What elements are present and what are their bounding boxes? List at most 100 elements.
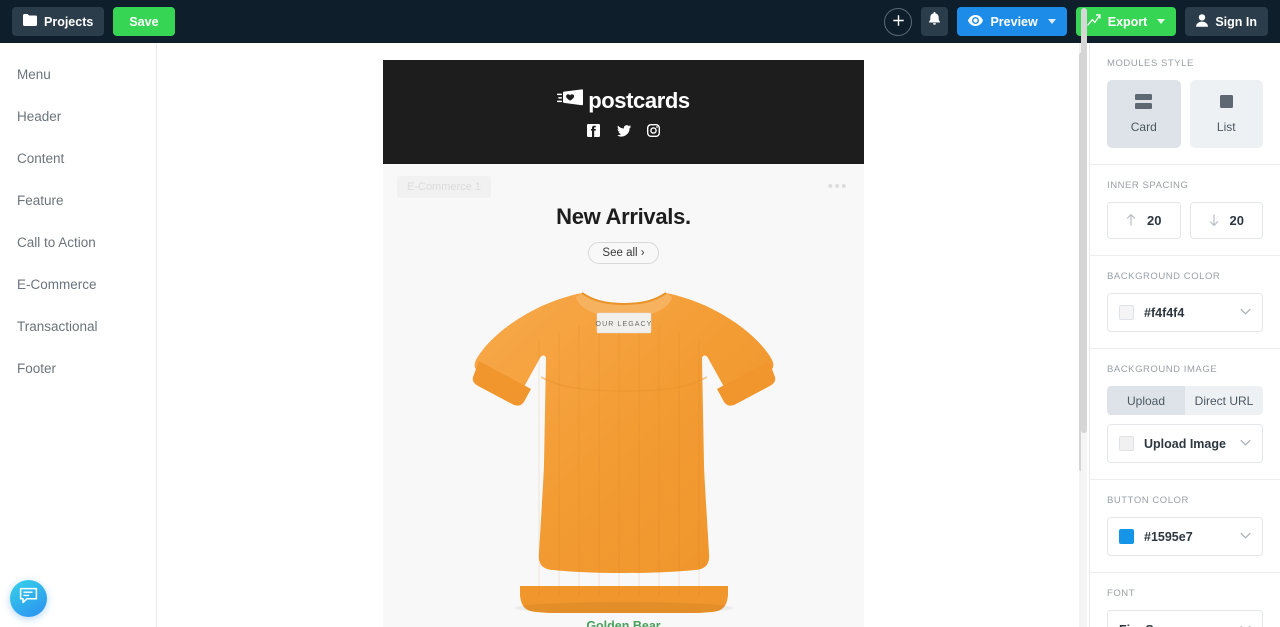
instagram-icon[interactable] [646, 123, 661, 137]
modules-style-list-label: List [1216, 120, 1236, 134]
sidebar-item-label: Transactional [17, 318, 98, 334]
twitter-icon[interactable] [617, 124, 631, 137]
add-button[interactable] [884, 7, 913, 36]
sidebar-item-label: Call to Action [17, 234, 96, 250]
arrow-up-icon [1126, 213, 1136, 228]
sidebar-item-call-to-action[interactable]: Call to Action [0, 221, 156, 263]
modules-style-card-label: Card [1130, 120, 1157, 134]
background-image-source-tabs: Upload Direct URL [1107, 386, 1263, 415]
product-name: Golden Bear [586, 619, 661, 627]
inner-spacing-bottom-stepper[interactable]: 20 [1189, 202, 1263, 239]
top-toolbar: Projects Save Preview Export Sign In [0, 0, 1280, 43]
email-canvas: postcards E-Commerce 1 ••• New Arrivals.… [157, 43, 1089, 627]
inner-spacing-bottom-value: 20 [1229, 213, 1244, 228]
social-links [587, 123, 661, 137]
plus-icon [892, 13, 905, 30]
module-options-icon[interactable]: ••• [828, 179, 848, 194]
font-section: Font Fira Sans [1090, 573, 1280, 627]
eye-icon [968, 14, 984, 29]
brand-logo: postcards [557, 88, 690, 114]
save-button[interactable]: Save [113, 7, 175, 36]
inner-spacing-section: Inner Spacing 20 20 [1090, 165, 1280, 256]
folder-icon [23, 14, 37, 29]
sidebar-item-label: Content [17, 150, 65, 166]
font-select[interactable]: Fira Sans [1107, 610, 1263, 627]
chat-support-button[interactable] [10, 580, 47, 617]
sidebar-item-label: Header [17, 108, 62, 124]
right-panel-scrollbar-thumb[interactable] [1081, 8, 1087, 433]
chevron-down-icon[interactable] [1240, 438, 1251, 449]
modules-style-list-option[interactable]: List [1189, 80, 1263, 148]
background-color-value: #f4f4f4 [1144, 305, 1185, 320]
chevron-down-icon[interactable] [1240, 531, 1251, 542]
background-image-direct-url-tab[interactable]: Direct URL [1185, 386, 1263, 415]
sweater-illustration: OUR LEGACY [472, 292, 775, 615]
sidebar-item-feature[interactable]: Feature [0, 179, 156, 221]
background-color-picker[interactable]: #f4f4f4 [1107, 293, 1263, 332]
properties-panel: Modules Style Card List Inner Spacing [1089, 43, 1280, 627]
background-image-value: Upload Image [1144, 436, 1226, 451]
modules-style-section: Modules Style Card List [1090, 43, 1280, 165]
see-all-button[interactable]: See all › [588, 242, 659, 264]
projects-label: Projects [44, 14, 94, 29]
button-color-swatch[interactable] [1119, 529, 1134, 544]
sign-in-button[interactable]: Sign In [1185, 7, 1268, 36]
background-image-picker[interactable]: Upload Image [1107, 424, 1263, 463]
user-icon [1196, 13, 1209, 30]
font-value: Fira Sans [1119, 623, 1230, 627]
sidebar-item-label: Footer [17, 360, 57, 376]
projects-button[interactable]: Projects [12, 7, 105, 36]
brand-name: postcards [588, 87, 690, 113]
background-image-thumbnail[interactable] [1119, 436, 1134, 451]
modules-style-label: Modules Style [1107, 58, 1194, 69]
modules-style-card-option[interactable]: Card [1107, 80, 1181, 148]
chevron-down-icon[interactable] [1157, 19, 1166, 24]
inner-spacing-label: Inner Spacing [1107, 180, 1189, 191]
sidebar-item-transactional[interactable]: Transactional [0, 305, 156, 347]
button-color-section: Button Color #1595e7 [1090, 480, 1280, 573]
export-arrow-icon [1086, 14, 1101, 29]
chevron-down-icon[interactable] [1047, 19, 1056, 24]
export-button[interactable]: Export [1075, 7, 1177, 36]
background-image-section: Background Image Upload Direct URL Uploa… [1090, 349, 1280, 480]
button-color-value: #1595e7 [1144, 529, 1193, 544]
modules-style-options: Card List [1107, 80, 1263, 148]
export-label: Export [1107, 14, 1148, 29]
list-layout-icon [1218, 94, 1235, 112]
inner-spacing-top-value: 20 [1147, 213, 1162, 228]
background-color-label: Background Color [1107, 271, 1221, 282]
sidebar-item-menu[interactable]: Menu [0, 53, 156, 95]
chevron-down-icon[interactable] [1240, 307, 1251, 318]
sidebar-item-label: Feature [17, 192, 64, 208]
product-image[interactable]: OUR LEGACY [469, 281, 779, 615]
sidebar-item-label: Menu [17, 66, 51, 82]
ecommerce-module[interactable]: E-Commerce 1 ••• New Arrivals. See all › [383, 164, 864, 627]
font-label: Font [1107, 588, 1136, 599]
notifications-button[interactable] [921, 7, 949, 36]
sign-in-label: Sign In [1215, 14, 1257, 29]
product-brand-label: OUR LEGACY [595, 321, 652, 328]
background-image-label: Background Image [1107, 364, 1218, 375]
left-sidebar: Menu Header Content Feature Call to Acti… [0, 43, 157, 627]
bell-icon [928, 12, 941, 31]
chat-bubble-icon [19, 587, 38, 610]
background-color-section: Background Color #f4f4f4 [1090, 256, 1280, 349]
email-preview: postcards E-Commerce 1 ••• New Arrivals.… [383, 60, 864, 627]
sidebar-item-content[interactable]: Content [0, 137, 156, 179]
facebook-icon[interactable] [587, 123, 600, 137]
arrow-down-icon [1209, 214, 1219, 228]
save-label: Save [129, 14, 159, 29]
toolbar-right-group: Preview Export Sign In [884, 7, 1268, 36]
email-header-block[interactable]: postcards [383, 60, 864, 164]
sidebar-item-footer[interactable]: Footer [0, 347, 156, 389]
module-title: New Arrivals. [556, 204, 691, 229]
button-color-picker[interactable]: #1595e7 [1107, 517, 1263, 556]
background-image-upload-tab[interactable]: Upload [1107, 386, 1185, 415]
sidebar-item-label: E-Commerce [17, 276, 97, 292]
sidebar-item-header[interactable]: Header [0, 95, 156, 137]
preview-button[interactable]: Preview [957, 7, 1067, 36]
inner-spacing-top-stepper[interactable]: 20 [1107, 202, 1181, 239]
background-color-swatch[interactable] [1119, 305, 1134, 320]
sidebar-item-e-commerce[interactable]: E-Commerce [0, 263, 156, 305]
card-layout-icon [1134, 94, 1153, 112]
